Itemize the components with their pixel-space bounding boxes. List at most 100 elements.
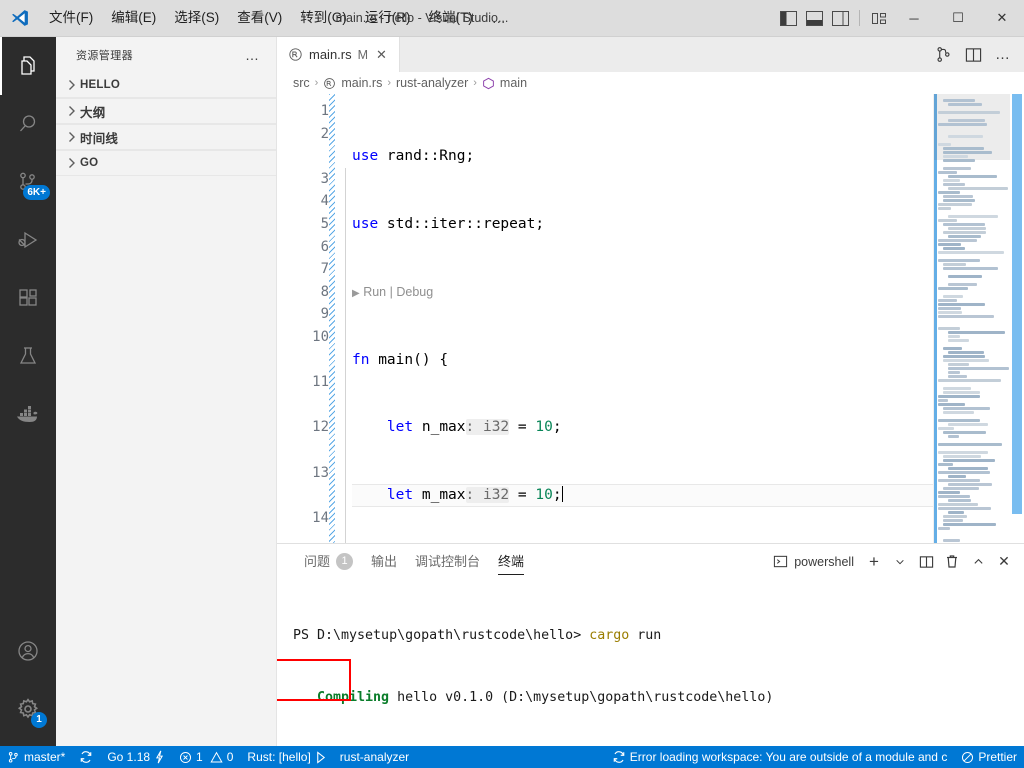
minimap-line: [943, 519, 963, 522]
activity-item-search[interactable]: [0, 95, 56, 153]
account-icon: [16, 639, 40, 663]
panel-tab-output[interactable]: 输出: [362, 544, 406, 579]
minimap-line: [938, 311, 963, 314]
minimap-line: [948, 351, 984, 354]
status-prettier[interactable]: Prettier: [954, 746, 1024, 768]
menu-selection[interactable]: 选择(S): [165, 0, 228, 36]
codelens-debug-link[interactable]: Debug: [396, 285, 433, 299]
minimap-line: [938, 111, 1000, 114]
activity-item-extensions[interactable]: [0, 269, 56, 327]
split-terminal-icon[interactable]: [914, 547, 938, 577]
codelens-run-debug[interactable]: ▶ Run | Debug: [352, 281, 933, 304]
terminal-shell-selector[interactable]: powershell: [773, 554, 854, 569]
line-number: 3: [320, 170, 329, 187]
menu-file[interactable]: 文件(F): [40, 0, 102, 36]
codelens-run-link[interactable]: Run: [363, 285, 386, 299]
scrollbar-thumb[interactable]: [1012, 94, 1022, 514]
codelens-separator: |: [389, 284, 393, 299]
panel-tab-problems[interactable]: 问题 1: [295, 544, 362, 579]
window-minimize-button[interactable]: ─: [892, 0, 936, 36]
breadcrumb-separator: ›: [473, 77, 477, 89]
activity-item-run-and-debug[interactable]: [0, 211, 56, 269]
split-merge-icon[interactable]: [928, 37, 958, 72]
panel-tab-terminal[interactable]: 终端: [489, 544, 533, 579]
minimap-line: [938, 123, 988, 126]
code-editor[interactable]: 1 2 3 4 5 6 7 8 9 10 11 12 13 14 use ran…: [277, 94, 1024, 543]
toggle-secondary-sidebar-icon[interactable]: [827, 0, 853, 36]
minimap-line: [948, 339, 970, 342]
minimap-line: [948, 187, 1009, 190]
status-go-version[interactable]: Go 1.18: [100, 746, 172, 768]
minimap-line: [938, 427, 954, 430]
activity-item-explorer[interactable]: [0, 37, 56, 95]
sidebar-section-label: HELLO: [80, 78, 120, 91]
source-control-icon: [7, 751, 20, 764]
git-change-gutter[interactable]: [329, 94, 338, 543]
minimap-line: [938, 527, 950, 530]
window-close-button[interactable]: ✕: [980, 0, 1024, 36]
menu-overflow-button[interactable]: …: [482, 0, 517, 36]
activity-item-testing[interactable]: [0, 327, 56, 385]
status-branch[interactable]: master*: [0, 746, 72, 768]
breadcrumb: src › main.rs › rust-analyzer › main: [277, 72, 1024, 94]
activity-item-accounts[interactable]: [0, 622, 56, 680]
minimap-line: [943, 455, 982, 458]
status-workspace-error[interactable]: Error loading workspace: You are outside…: [605, 746, 955, 768]
status-rust-analyzer[interactable]: rust-analyzer: [333, 746, 416, 768]
window-maximize-button[interactable]: ☐: [936, 0, 980, 36]
activity-item-settings[interactable]: 1: [0, 680, 56, 738]
sidebar-section-go[interactable]: GO: [56, 150, 276, 176]
editor-tab-close-button[interactable]: ✕: [374, 47, 389, 63]
menu-terminal[interactable]: 终端(T): [420, 0, 482, 36]
sidebar-section-hello[interactable]: HELLO: [56, 72, 276, 98]
status-rust-project[interactable]: Rust: [hello]: [240, 746, 332, 768]
status-problems[interactable]: 1 0: [172, 746, 240, 768]
terminal-output[interactable]: PS D:\mysetup\gopath\rustcode\hello> car…: [277, 579, 1024, 746]
split-editor-icon[interactable]: [958, 37, 988, 72]
activity-item-docker[interactable]: [0, 385, 56, 443]
more-actions-icon[interactable]: …: [988, 37, 1018, 72]
editor-vertical-scrollbar[interactable]: [1010, 94, 1024, 543]
menu-edit[interactable]: 编辑(E): [102, 0, 165, 36]
minimap-line: [943, 407, 991, 410]
status-sync[interactable]: [72, 746, 100, 768]
close-panel-icon[interactable]: ✕: [992, 547, 1016, 577]
breadcrumb-item-src[interactable]: src: [293, 76, 310, 90]
terminal-line-compiling: Compiling hello v0.1.0 (D:\mysetup\gopat…: [293, 688, 1024, 709]
editor-minimap[interactable]: [933, 94, 1010, 543]
minimap-line: [948, 275, 982, 278]
editor-tab-main-rs[interactable]: main.rs M ✕: [277, 37, 400, 72]
minimap-line: [938, 239, 977, 242]
toggle-primary-sidebar-icon[interactable]: [775, 0, 801, 36]
minimap-line: [948, 499, 972, 502]
customize-layout-icon[interactable]: [866, 0, 892, 36]
minimap-line: [938, 287, 968, 290]
activity-item-source-control[interactable]: 6K+: [0, 153, 56, 211]
minimap-line: [938, 379, 1001, 382]
minimap-line: [943, 359, 989, 362]
chevron-down-icon[interactable]: [888, 547, 912, 577]
toggle-panel-icon[interactable]: [801, 0, 827, 36]
maximize-panel-icon[interactable]: [966, 547, 990, 577]
code-content[interactable]: use rand::Rng; use std::iter::repeat; ▶ …: [352, 94, 933, 543]
minimap-line: [938, 451, 989, 454]
sidebar-more-actions-button[interactable]: …: [235, 47, 270, 63]
breadcrumb-item-rust-analyzer[interactable]: rust-analyzer: [396, 76, 468, 90]
breadcrumb-item-main[interactable]: main: [500, 76, 527, 90]
breadcrumb-item-main-rs[interactable]: main.rs: [341, 76, 382, 90]
menu-go[interactable]: 转到(G): [291, 0, 356, 36]
minimap-line: [943, 391, 981, 394]
status-warning-count: 0: [226, 750, 234, 764]
new-terminal-icon[interactable]: +: [862, 547, 886, 577]
editor-tab-label: main.rs: [309, 47, 352, 62]
menu-view[interactable]: 查看(V): [228, 0, 291, 36]
panel-tab-debug-console[interactable]: 调试控制台: [406, 544, 489, 579]
sidebar-section-outline[interactable]: 大纲: [56, 98, 276, 124]
kill-terminal-icon[interactable]: [940, 547, 964, 577]
sidebar-section-timeline[interactable]: 时间线: [56, 124, 276, 150]
status-rust-analyzer-label: rust-analyzer: [339, 750, 410, 764]
menu-run[interactable]: 运行(R): [356, 0, 420, 36]
minimap-line: [938, 299, 957, 302]
panel-tab-label: 调试控制台: [415, 554, 481, 569]
minimap-line: [943, 347, 962, 350]
